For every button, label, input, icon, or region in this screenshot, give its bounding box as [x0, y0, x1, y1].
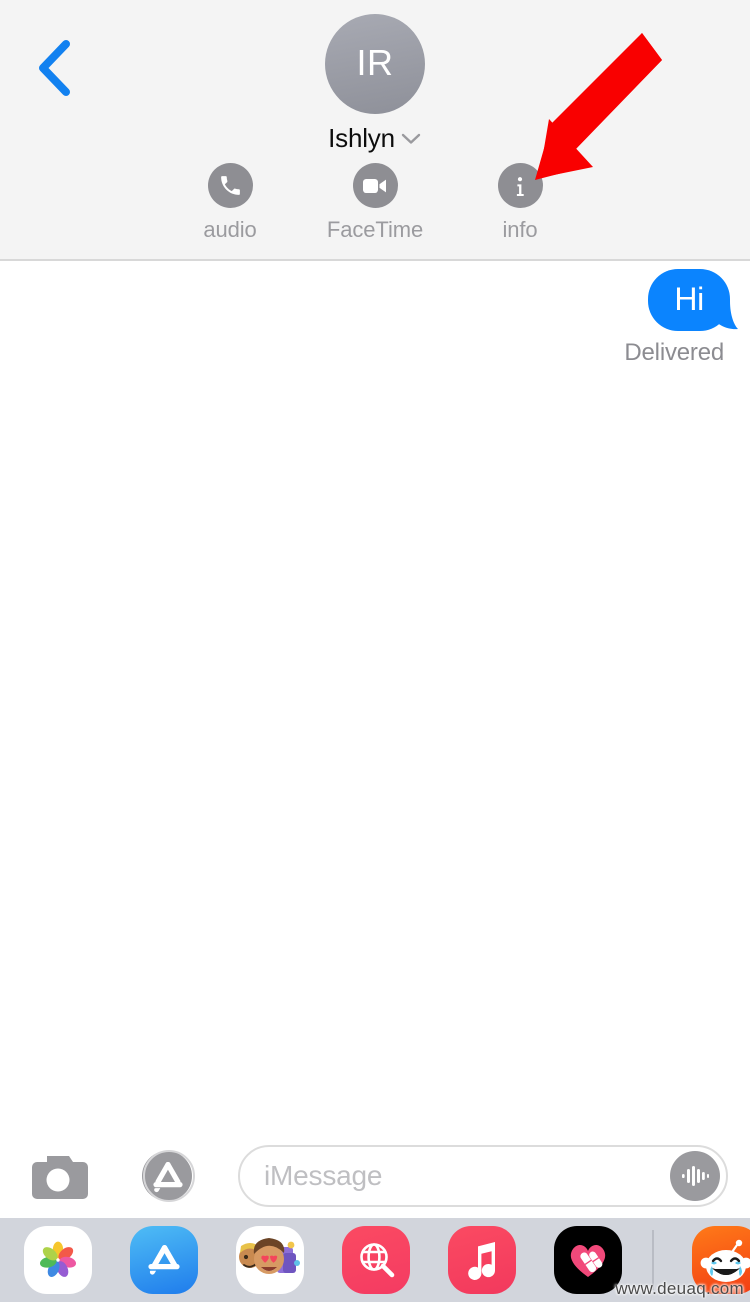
video-camera-icon — [362, 176, 388, 196]
music-note-icon — [462, 1238, 502, 1282]
message-item: Hi Delivered — [624, 269, 730, 367]
facetime-circle — [353, 163, 398, 208]
app-store-icon — [140, 1148, 196, 1204]
messages-app-screen: IR Ishlyn audio — [0, 0, 750, 1302]
message-list[interactable]: Hi Delivered — [0, 261, 750, 1133]
contact-name: Ishlyn — [328, 123, 395, 154]
drawer-divider — [652, 1230, 654, 1290]
camera-button[interactable] — [22, 1146, 94, 1206]
app-store-button[interactable] — [132, 1146, 204, 1206]
facetime-button[interactable]: FaceTime — [303, 163, 448, 243]
chevron-down-icon — [400, 132, 422, 146]
facetime-label: FaceTime — [327, 217, 423, 243]
message-input[interactable] — [240, 1160, 636, 1192]
memoji-faces-icon — [237, 1229, 303, 1291]
info-label: info — [502, 217, 537, 243]
reddit-app-icon[interactable] — [692, 1226, 750, 1294]
memoji-stickers-app-icon[interactable] — [236, 1226, 304, 1294]
message-text: Hi — [674, 283, 704, 315]
delivery-status: Delivered — [624, 339, 724, 367]
photos-pinwheel-icon — [34, 1236, 82, 1284]
message-field[interactable] — [238, 1145, 728, 1207]
app-store-glyph-icon — [142, 1238, 186, 1282]
avatar-initials: IR — [357, 45, 394, 83]
bubble-tail-icon — [708, 301, 738, 331]
reddit-snoo-icon — [699, 1233, 750, 1287]
header-actions: audio FaceTime info — [0, 163, 750, 243]
photos-app-icon[interactable] — [24, 1226, 92, 1294]
app-store-app-icon[interactable] — [130, 1226, 198, 1294]
phone-icon — [218, 173, 243, 198]
globe-magnifier-icon — [354, 1238, 398, 1282]
info-button[interactable]: info — [448, 163, 593, 243]
info-circle — [498, 163, 543, 208]
imessage-app-drawer[interactable]: www.deuaq.com — [0, 1218, 750, 1302]
audio-call-circle — [208, 163, 253, 208]
audio-call-label: audio — [203, 217, 256, 243]
conversation-header: IR Ishlyn audio — [0, 0, 750, 261]
info-icon — [507, 173, 533, 199]
apple-music-app-icon[interactable] — [448, 1226, 516, 1294]
camera-icon — [27, 1150, 89, 1202]
bubble-wrap: Hi — [648, 269, 730, 331]
digital-touch-app-icon[interactable] — [554, 1226, 622, 1294]
images-search-app-icon[interactable] — [342, 1226, 410, 1294]
avatar[interactable]: IR — [325, 14, 425, 114]
audio-record-button[interactable] — [670, 1151, 720, 1201]
message-input-bar — [0, 1133, 750, 1218]
audio-waveform-icon — [680, 1163, 710, 1189]
contact-block: IR Ishlyn — [0, 14, 750, 154]
contact-name-button[interactable]: Ishlyn — [328, 123, 422, 154]
heart-fingers-icon — [565, 1239, 611, 1281]
audio-call-button[interactable]: audio — [158, 163, 303, 243]
